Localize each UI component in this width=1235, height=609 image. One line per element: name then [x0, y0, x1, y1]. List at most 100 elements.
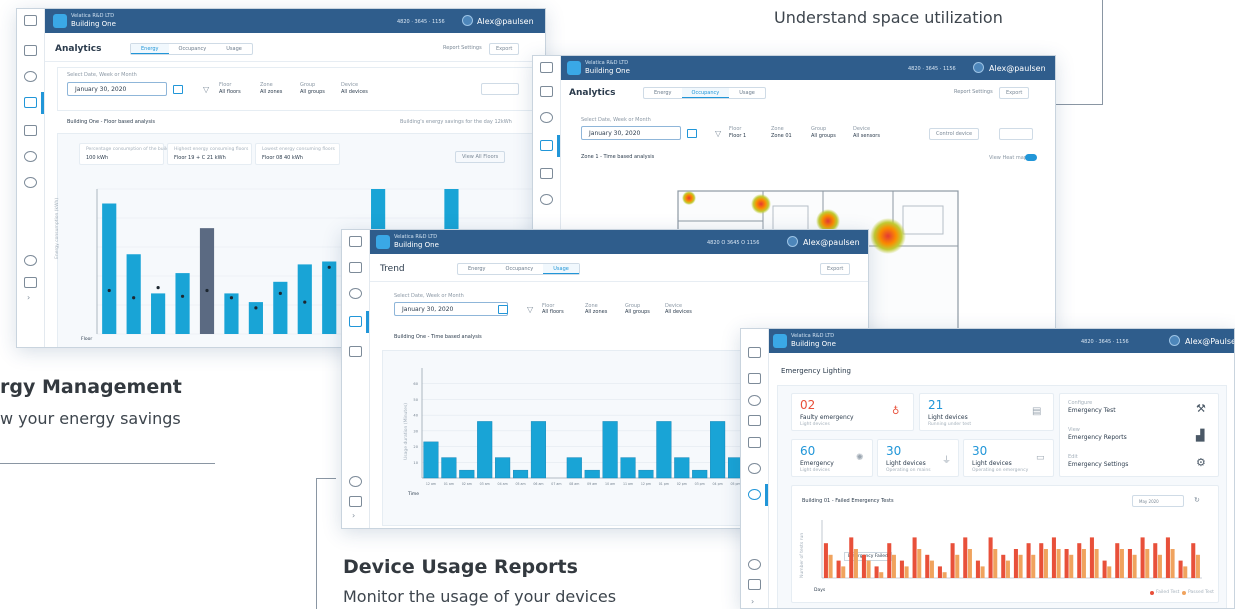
analytics-icon[interactable] — [349, 316, 362, 327]
building-icon[interactable] — [349, 346, 362, 357]
gear-icon[interactable]: ⚙ — [1196, 456, 1206, 469]
settings-icon[interactable] — [24, 255, 37, 266]
clock-icon[interactable] — [748, 395, 761, 406]
home-icon[interactable] — [540, 62, 553, 73]
devices-icon[interactable] — [540, 86, 553, 97]
group-filter[interactable]: All groups — [300, 89, 325, 95]
bulb-icon[interactable] — [748, 463, 761, 474]
month-selector[interactable]: May 2020 — [1132, 495, 1184, 507]
sun-icon[interactable] — [24, 177, 37, 188]
settings-icon[interactable] — [349, 476, 362, 487]
filter-icon[interactable]: ▽ — [527, 305, 533, 314]
users-icon[interactable] — [349, 496, 362, 507]
zone-filter[interactable]: All zones — [585, 309, 607, 315]
user-avatar[interactable] — [973, 62, 984, 73]
clock-icon[interactable] — [24, 71, 37, 82]
home-icon[interactable] — [748, 347, 761, 358]
building-selector[interactable]: Building One — [394, 241, 439, 249]
report-settings-button[interactable]: Report Settings — [948, 87, 999, 99]
building-icon[interactable] — [540, 168, 553, 179]
tab-energy[interactable]: Energy — [644, 88, 682, 98]
users-icon[interactable] — [748, 579, 761, 590]
building-selector[interactable]: Building One — [71, 20, 116, 28]
tools-icon[interactable]: ⚒ — [1196, 402, 1206, 415]
devices-icon[interactable] — [349, 262, 362, 273]
user-name[interactable]: Alex@paulsen — [477, 17, 534, 26]
building-selector[interactable]: Building One — [585, 67, 630, 75]
devices-icon[interactable] — [24, 45, 37, 56]
clock-icon[interactable] — [540, 112, 553, 123]
home-icon[interactable] — [24, 15, 37, 26]
user-name[interactable]: Alex@paulsen — [803, 238, 860, 247]
view-all-floors-button[interactable]: View All Floors — [455, 151, 506, 163]
tab-occupancy[interactable]: Occupancy — [496, 264, 544, 274]
building-icon[interactable] — [748, 437, 761, 448]
bulb-icon[interactable] — [24, 151, 37, 162]
faulty-emergency-card[interactable]: 02 Faulty emergency Light devices ♁ — [791, 393, 914, 431]
calendar-icon[interactable] — [498, 305, 508, 314]
floor-filter[interactable]: All floors — [219, 89, 241, 95]
control-device-button[interactable]: Control device — [929, 128, 980, 140]
view-emergency-reports-link[interactable]: Emergency Reports — [1068, 434, 1127, 441]
tab-usage[interactable]: Usage — [216, 44, 252, 54]
tab-occupancy[interactable]: Occupancy — [169, 44, 217, 54]
zone-filter[interactable]: Zone 01 — [771, 133, 792, 139]
mains-devices-card[interactable]: 30 Light devices Operating on mains ⏚ — [877, 439, 959, 477]
heatmap-toggle-switch[interactable] — [1025, 154, 1037, 161]
user-name[interactable]: Alex@paulsen — [989, 64, 1046, 73]
floor-filter[interactable]: All floors — [542, 309, 564, 315]
tab-usage[interactable]: Usage — [729, 88, 765, 98]
floor-filter[interactable]: Floor 1 — [729, 133, 746, 139]
tab-energy[interactable]: Energy — [458, 264, 496, 274]
user-avatar[interactable] — [462, 15, 473, 26]
device-filter[interactable]: All sensors — [853, 133, 880, 139]
clock-icon[interactable] — [349, 288, 362, 299]
filter-icon[interactable]: ▽ — [715, 129, 721, 138]
tab-occupancy[interactable]: Occupancy — [681, 88, 730, 98]
analytics-icon[interactable] — [24, 97, 37, 108]
calendar-icon[interactable] — [687, 129, 697, 138]
filter-icon[interactable]: ▽ — [203, 85, 209, 94]
date-input[interactable]: January 30, 2020 — [581, 126, 681, 140]
expand-chevron-icon[interactable]: › — [27, 293, 30, 302]
date-input[interactable]: January 30, 2020 — [394, 302, 508, 316]
export-button[interactable]: Export — [489, 43, 520, 55]
emergency-mode-card[interactable]: 30 Light devices Operating on emergency … — [963, 439, 1054, 477]
user-name[interactable]: Alex@Paulse — [1185, 337, 1234, 346]
user-avatar[interactable] — [787, 236, 798, 247]
device-filter[interactable]: All devices — [665, 309, 692, 315]
expand-chevron-icon[interactable]: › — [751, 597, 754, 606]
group-filter[interactable]: All groups — [625, 309, 650, 315]
devices-icon[interactable] — [748, 373, 761, 384]
emergency-light-icon[interactable] — [748, 489, 761, 500]
settings-icon[interactable] — [748, 559, 761, 570]
building-selector[interactable]: Building One — [791, 340, 836, 348]
expand-chevron-icon[interactable]: › — [352, 511, 355, 520]
emergency-devices-card[interactable]: 60 Emergency Light devices ✺ — [791, 439, 873, 477]
calendar-icon[interactable] — [173, 85, 183, 94]
group-filter[interactable]: All groups — [811, 133, 836, 139]
configure-emergency-test-link[interactable]: Emergency Test — [1068, 407, 1116, 414]
report-settings-button[interactable]: Report Settings — [437, 43, 488, 55]
device-filter[interactable]: All devices — [341, 89, 368, 95]
failed-test-bar — [1127, 549, 1132, 578]
home-icon[interactable] — [349, 236, 362, 247]
building-icon[interactable] — [24, 125, 37, 136]
user-avatar[interactable] — [1169, 335, 1180, 346]
analytics-icon[interactable] — [540, 140, 553, 151]
view-toggle[interactable] — [481, 83, 519, 95]
tab-energy[interactable]: Energy — [131, 44, 169, 54]
date-input[interactable]: January 30, 2020 — [67, 82, 167, 96]
export-button[interactable]: Export — [820, 263, 851, 275]
view-toggle[interactable] — [999, 128, 1033, 140]
under-test-card[interactable]: 21 Light devices Running under test ▤ — [919, 393, 1054, 431]
refresh-icon[interactable]: ↻ — [1194, 496, 1200, 504]
export-button[interactable]: Export — [999, 87, 1030, 99]
bulb-icon[interactable] — [540, 194, 553, 205]
tab-usage[interactable]: Usage — [543, 264, 579, 274]
reports-icon[interactable]: ▟ — [1196, 429, 1204, 442]
edit-emergency-settings-link[interactable]: Emergency Settings — [1068, 461, 1128, 468]
zone-filter[interactable]: All zones — [260, 89, 282, 95]
analytics-icon[interactable] — [748, 415, 761, 426]
users-icon[interactable] — [24, 277, 37, 288]
